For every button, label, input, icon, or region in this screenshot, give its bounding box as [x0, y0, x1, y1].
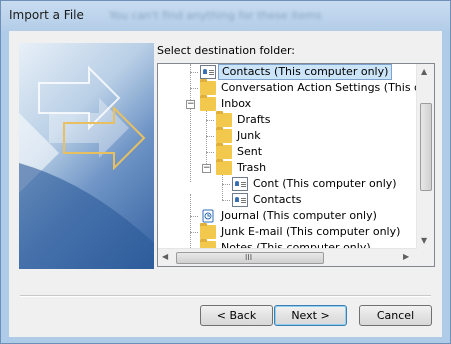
tree-item-inbox[interactable]: − Inbox [158, 95, 418, 112]
horizontal-scroll-thumb[interactable]: III [176, 252, 324, 264]
tree-item-label: Conversation Action Settings (This c [221, 81, 421, 94]
tree-item-label: Cont (This computer only) [253, 177, 397, 190]
back-button[interactable]: < Back [200, 305, 273, 326]
vertical-scrollbar[interactable]: ▲ ▼ [416, 64, 434, 249]
tree-item-label: Sent [237, 145, 263, 158]
window-title: Import a File [9, 8, 84, 22]
folder-icon [216, 111, 232, 127]
tree-item-label: Trash [237, 161, 267, 174]
vertical-scroll-thumb[interactable] [420, 103, 432, 191]
wizard-banner-image [19, 43, 154, 269]
tree-connector [206, 120, 214, 122]
tree-connector [190, 232, 198, 234]
tree-item-label: Contacts [253, 193, 302, 206]
tree-item-junk-email[interactable]: Junk E-mail (This computer only) [158, 223, 418, 240]
tree-connector [190, 72, 198, 74]
tree-item-trash-contacts[interactable]: Contacts [158, 192, 418, 208]
tree-item-cont[interactable]: Cont (This computer only) [158, 176, 418, 192]
folder-tree[interactable]: Contacts (This computer only) Conversati… [157, 63, 435, 267]
destination-folder-label: Select destination folder: [157, 44, 296, 57]
tree-item-label: Junk [237, 129, 261, 142]
tree-item-label: Drafts [237, 113, 271, 126]
tree-connector [190, 216, 198, 218]
folder-icon [216, 143, 232, 159]
tree-item-journal[interactable]: Journal (This computer only) [158, 208, 418, 224]
tree-item-conversation-action-settings[interactable]: Conversation Action Settings (This c [158, 79, 420, 96]
folder-icon [200, 223, 216, 239]
contact-card-icon [232, 177, 248, 191]
tree-item-trash[interactable]: − Trash [158, 159, 418, 176]
dialog-body: Select destination folder: Contacts (Thi… [9, 31, 442, 337]
tree-item-drafts[interactable]: Drafts [158, 111, 418, 128]
button-separator [20, 295, 431, 297]
scroll-right-arrow-icon[interactable]: ▶ [403, 252, 409, 261]
tree-connector [222, 200, 230, 202]
collapse-icon[interactable]: − [202, 164, 211, 173]
scroll-down-arrow-icon[interactable]: ▼ [421, 236, 427, 245]
next-button[interactable]: Next > [274, 305, 347, 326]
tree-item-label: Contacts (This computer only) [218, 64, 393, 80]
folder-icon [216, 159, 232, 175]
tree-item-contacts[interactable]: Contacts (This computer only) [158, 64, 418, 80]
scroll-up-arrow-icon[interactable]: ▲ [421, 67, 427, 76]
contact-card-icon [232, 193, 248, 207]
tree-connector [190, 88, 198, 90]
folder-icon [200, 79, 216, 95]
journal-icon [200, 209, 216, 223]
scroll-grip: III [245, 253, 253, 262]
import-file-dialog: Import a File You can't find anything fo… [0, 0, 451, 344]
folder-icon [216, 127, 232, 143]
tree-item-label: Junk E-mail (This computer only) [221, 225, 401, 238]
title-bar[interactable]: Import a File You can't find anything fo… [1, 1, 450, 31]
tree-item-sent[interactable]: Sent [158, 143, 418, 160]
contact-card-icon [200, 65, 216, 79]
tree-item-junk[interactable]: Junk [158, 127, 418, 144]
inbox-folder-icon [200, 95, 216, 111]
tree-connector [222, 184, 230, 186]
scroll-left-arrow-icon[interactable]: ◀ [162, 252, 168, 261]
tree-item-label: Journal (This computer only) [221, 209, 377, 222]
blurred-title-text: You can't find anything for these items [109, 9, 322, 22]
tree-connector [206, 136, 214, 138]
tree-connector [206, 152, 214, 154]
cancel-button[interactable]: Cancel [359, 305, 432, 326]
scrollbar-corner [417, 249, 434, 266]
tree-item-label: Inbox [221, 97, 252, 110]
horizontal-scrollbar[interactable]: ◀ III ▶ [158, 248, 417, 266]
collapse-icon[interactable]: − [186, 100, 195, 109]
